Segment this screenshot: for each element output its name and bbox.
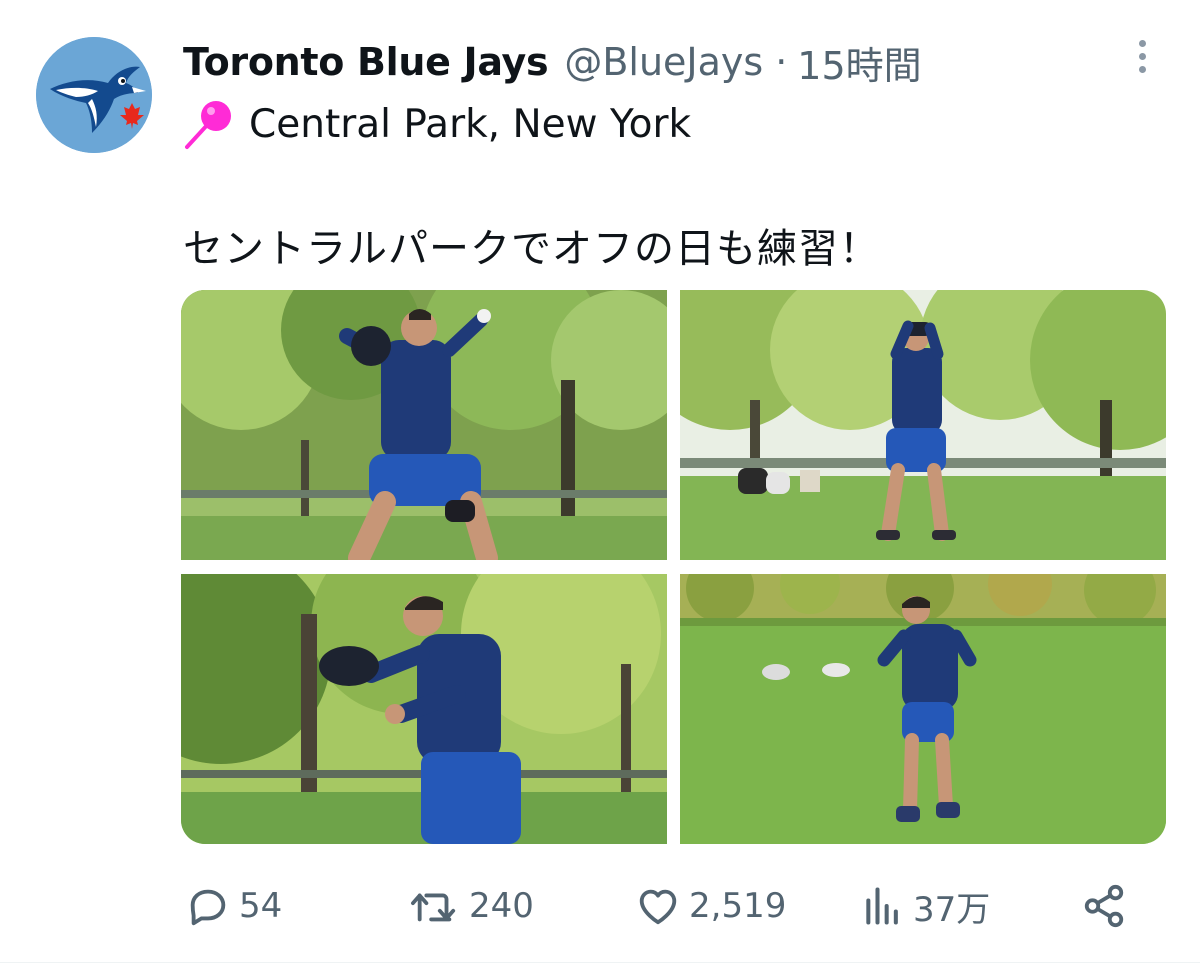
- photo-pitching[interactable]: [181, 290, 667, 560]
- pin-icon: [185, 101, 231, 149]
- action-bar: 54 240 2,519 37万: [185, 876, 1135, 936]
- timestamp[interactable]: 15時間: [797, 35, 921, 90]
- display-name[interactable]: Toronto Blue Jays: [183, 40, 549, 84]
- views-count: 37万: [913, 889, 991, 930]
- separator-dot: ·: [775, 40, 788, 84]
- blue-jays-logo-icon: [36, 37, 152, 153]
- retweet-button[interactable]: 240: [409, 876, 534, 936]
- share-button[interactable]: [1081, 876, 1127, 936]
- location[interactable]: Central Park, New York: [183, 96, 691, 152]
- photo-catching[interactable]: [181, 574, 667, 844]
- retweet-count: 240: [469, 886, 534, 926]
- reply-icon: [190, 889, 226, 926]
- more-options-button[interactable]: [1122, 34, 1162, 78]
- like-count: 2,519: [689, 886, 787, 926]
- more-vertical-icon: [1138, 39, 1146, 47]
- retweet-icon: [411, 893, 456, 922]
- views-button[interactable]: 37万: [861, 876, 990, 936]
- views-icon: [866, 887, 898, 925]
- media-grid: [181, 290, 1166, 844]
- like-button[interactable]: 2,519: [635, 876, 786, 936]
- tweet-text: セントラルパークでオフの日も練習！: [183, 226, 880, 272]
- reply-button[interactable]: 54: [185, 876, 282, 936]
- divider: [0, 962, 1200, 963]
- heart-icon: [639, 889, 677, 925]
- photo-windup[interactable]: [680, 290, 1166, 560]
- avatar[interactable]: [36, 37, 152, 153]
- location-text: Central Park, New York: [249, 101, 692, 147]
- tweet-header: Toronto Blue Jays @BlueJays · 15時間: [183, 36, 922, 88]
- reply-count: 54: [239, 886, 283, 926]
- photo-running[interactable]: [680, 574, 1166, 844]
- share-icon: [1084, 884, 1124, 928]
- handle[interactable]: @BlueJays: [564, 40, 763, 84]
